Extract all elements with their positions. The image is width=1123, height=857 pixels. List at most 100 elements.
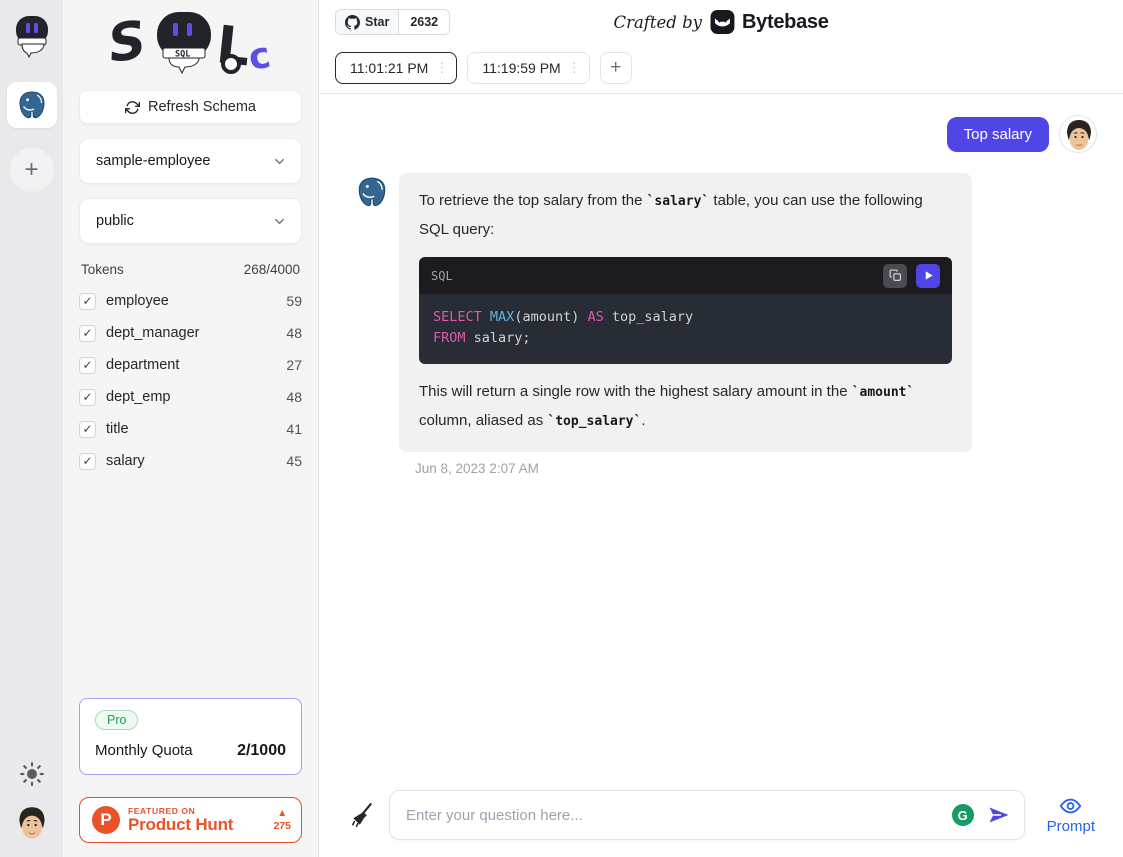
table-checkbox[interactable]: ✓	[79, 389, 96, 406]
refresh-schema-label: Refresh Schema	[148, 99, 256, 115]
run-query-button[interactable]	[916, 264, 940, 288]
message-timestamp: Jun 8, 2023 2:07 AM	[415, 461, 1097, 476]
table-row: ✓ salary 45	[79, 445, 302, 477]
crafted-by-label: Crafted by	[613, 13, 702, 32]
table-checkbox[interactable]: ✓	[79, 421, 96, 438]
user-message-row: Top salary	[355, 115, 1097, 153]
quota-label: Monthly Quota	[95, 742, 193, 759]
sql-code-body: SELECT MAX(amount) AS top_salaryFROM sal…	[419, 294, 952, 364]
main-header: Star 2632 Crafted by Bytebase	[319, 0, 1123, 44]
prompt-button[interactable]: Prompt	[1039, 795, 1103, 835]
tab-label: 11:01:21 PM	[350, 60, 428, 76]
table-name: employee	[106, 293, 276, 309]
assistant-message-row: To retrieve the top salary from the `sal…	[355, 173, 1097, 452]
github-star-button[interactable]: Star 2632	[335, 9, 450, 35]
crafted-by-brand[interactable]: Crafted by Bytebase	[613, 10, 828, 34]
assistant-paragraph-1: To retrieve the top salary from the `sal…	[419, 187, 952, 244]
github-icon	[345, 15, 360, 30]
eye-icon	[1058, 795, 1083, 817]
tab-label: 11:19:59 PM	[482, 60, 560, 76]
composer: G Prompt	[319, 790, 1123, 840]
copy-code-button[interactable]	[883, 264, 907, 288]
chevron-down-icon	[272, 214, 287, 229]
schema-select-value: public	[96, 213, 134, 229]
chat-area: Top salary	[319, 94, 1123, 857]
theme-toggle-sun-icon[interactable]	[19, 761, 45, 787]
connection-select-value: sample-employee	[96, 153, 210, 169]
send-button[interactable]	[987, 803, 1011, 827]
assistant-postgresql-avatar	[355, 175, 389, 209]
connection-item-postgres[interactable]	[7, 82, 57, 128]
product-hunt-badge[interactable]: P FEATURED ON Product Hunt ▲ 275	[79, 797, 302, 843]
sidebar: S SQL L c Refresh Schema sample-employee	[63, 0, 319, 857]
tab-menu-dots-icon[interactable]: ⋮	[435, 60, 448, 76]
bytebase-wordmark: Bytebase	[742, 11, 829, 34]
connection-select[interactable]: sample-employee	[79, 138, 302, 184]
table-token-count: 27	[286, 357, 302, 373]
tab-menu-dots-icon[interactable]: ⋮	[568, 60, 581, 76]
product-hunt-logo: P	[92, 806, 120, 834]
star-count: 2632	[399, 10, 449, 34]
user-avatar	[1059, 115, 1097, 153]
workspace-rail: +	[0, 0, 63, 857]
sql-code-header: SQL	[419, 257, 952, 294]
play-icon	[923, 270, 934, 281]
new-connection-button[interactable]: +	[10, 148, 54, 192]
clear-conversation-broom-icon[interactable]	[349, 802, 375, 828]
table-token-count: 45	[286, 453, 302, 469]
refresh-icon	[125, 100, 140, 115]
table-checkbox[interactable]: ✓	[79, 293, 96, 310]
quota-card: Pro Monthly Quota 2/1000	[79, 698, 302, 775]
sqlchat-bot-icon[interactable]	[10, 12, 54, 58]
refresh-schema-button[interactable]: Refresh Schema	[79, 90, 302, 124]
conversation-tab[interactable]: 11:19:59 PM ⋮	[467, 52, 589, 84]
table-list: ✓ employee 59 ✓ dept_manager 48 ✓ depart…	[79, 285, 302, 477]
tab-bar: 11:01:21 PM ⋮ 11:19:59 PM ⋮ +	[319, 44, 1123, 94]
sqlchat-app: + S	[0, 0, 1123, 857]
pro-plan-badge: Pro	[95, 710, 138, 730]
quota-value: 2/1000	[237, 742, 286, 760]
sidebar-spacer	[79, 477, 302, 698]
table-row: ✓ title 41	[79, 413, 302, 445]
grammarly-icon[interactable]: G	[952, 804, 974, 826]
table-checkbox[interactable]: ✓	[79, 357, 96, 374]
star-label: Star	[365, 15, 389, 29]
upvote-icon: ▲	[273, 809, 291, 819]
chevron-down-icon	[272, 154, 287, 169]
table-checkbox[interactable]: ✓	[79, 325, 96, 342]
assistant-message-bubble: To retrieve the top salary from the `sal…	[399, 173, 972, 452]
product-hunt-name: Product Hunt	[128, 816, 265, 834]
svg-text:c: c	[245, 35, 273, 79]
inline-code-salary: `salary`	[647, 194, 710, 209]
table-token-count: 59	[286, 293, 302, 309]
user-message-bubble: Top salary	[947, 117, 1049, 152]
table-token-count: 41	[286, 421, 302, 437]
profile-avatar[interactable]	[13, 803, 51, 845]
question-input[interactable]	[406, 807, 952, 824]
copy-icon	[889, 269, 902, 282]
inline-code-top-salary: `top_salary`	[547, 414, 641, 429]
schema-select[interactable]: public	[79, 198, 302, 244]
table-row: ✓ dept_manager 48	[79, 317, 302, 349]
code-line: SELECT MAX(amount) AS top_salary	[433, 307, 938, 328]
inline-code-amount: `amount`	[852, 385, 915, 400]
table-name: department	[106, 357, 276, 373]
upvote-count: 275	[273, 821, 291, 832]
tokens-value: 268/4000	[244, 262, 300, 277]
postgresql-icon	[16, 89, 48, 121]
conversation-tab[interactable]: 11:01:21 PM ⋮	[335, 52, 457, 84]
main-panel: Star 2632 Crafted by Bytebase 11:01:21 P…	[319, 0, 1123, 857]
table-token-count: 48	[286, 325, 302, 341]
sqlchat-logo: S SQL L c	[79, 6, 302, 80]
table-token-count: 48	[286, 389, 302, 405]
send-icon	[987, 803, 1011, 827]
table-row: ✓ department 27	[79, 349, 302, 381]
new-tab-button[interactable]: +	[600, 52, 632, 84]
tokens-row: Tokens 268/4000	[81, 262, 300, 277]
table-row: ✓ employee 59	[79, 285, 302, 317]
code-line: FROM salary;	[433, 328, 938, 349]
svg-text:S: S	[104, 10, 149, 75]
table-checkbox[interactable]: ✓	[79, 453, 96, 470]
prompt-label: Prompt	[1047, 818, 1095, 835]
table-name: salary	[106, 453, 276, 469]
